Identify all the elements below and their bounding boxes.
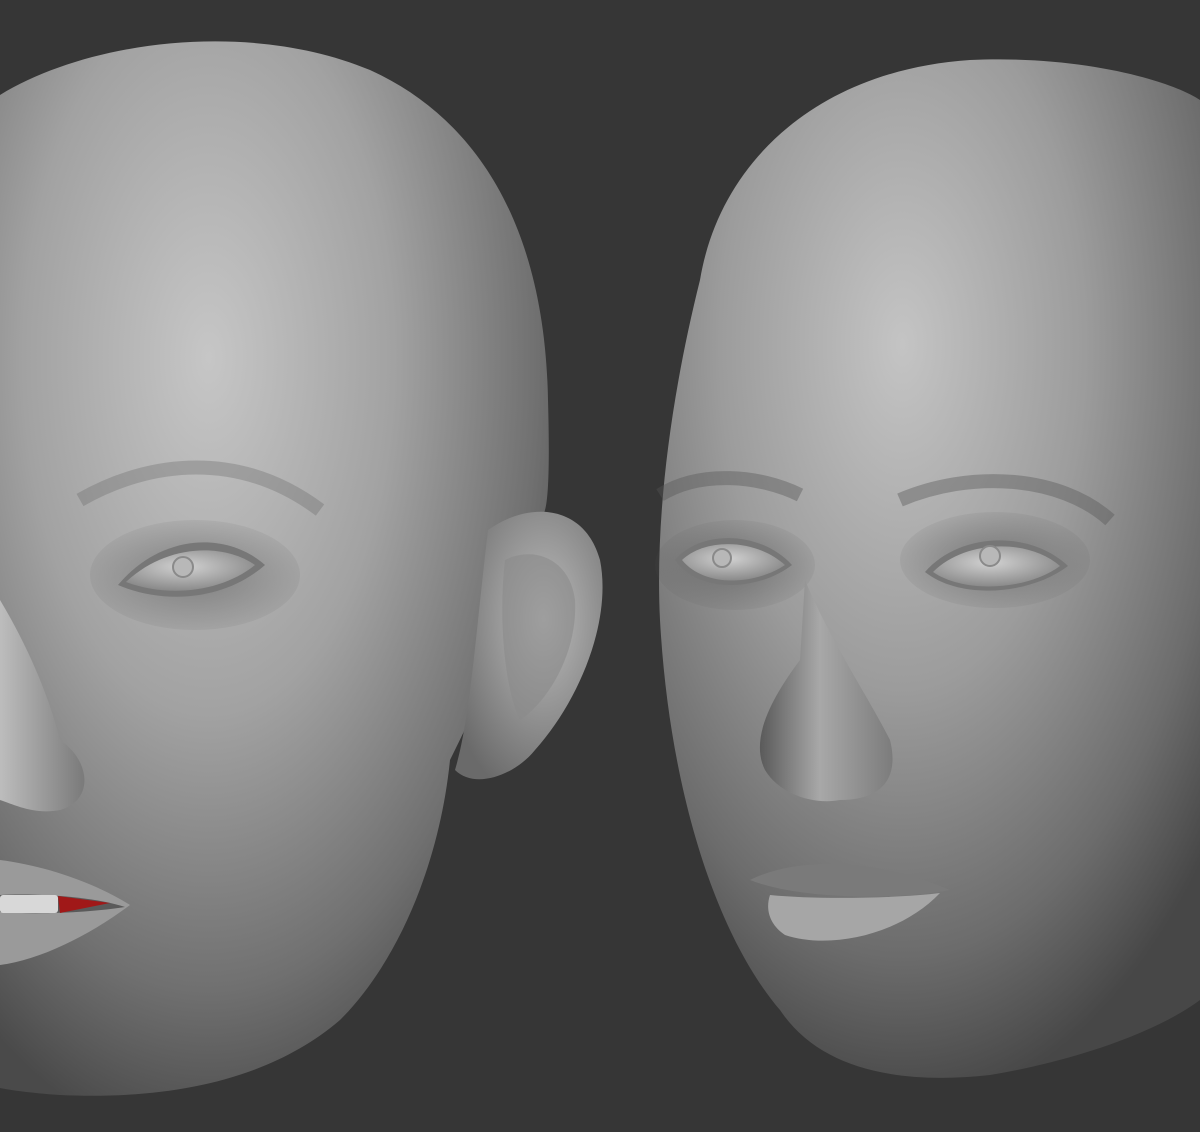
right-head bbox=[655, 59, 1200, 1078]
left-head-teeth bbox=[0, 895, 58, 913]
sculpt-viewport bbox=[0, 0, 1200, 1132]
sculpt-render bbox=[0, 41, 1200, 1096]
left-head bbox=[0, 41, 603, 1096]
